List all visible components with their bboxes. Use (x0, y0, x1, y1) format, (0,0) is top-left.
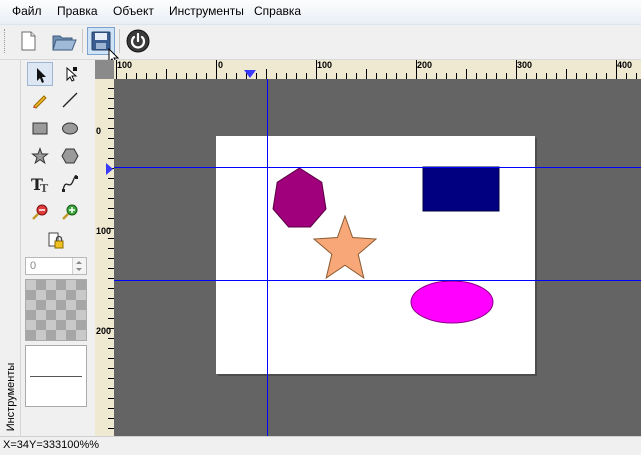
menu-object[interactable]: Объект (113, 4, 154, 19)
rectangle-tool[interactable] (27, 116, 53, 140)
menu-bar: Файл Правка Объект Инструменты Справка (0, 0, 641, 25)
zoom-in-tool[interactable] (57, 200, 83, 224)
stroke-width-spinbox[interactable]: 0 (25, 257, 87, 275)
node-select-tool[interactable] (57, 62, 83, 86)
node-select-icon (66, 66, 78, 82)
rectangle-shape[interactable] (422, 166, 500, 212)
status-coordinates: X=34Y=333100%% (3, 439, 100, 451)
text-tool[interactable]: TT (27, 172, 53, 196)
menu-help[interactable]: Справка (254, 4, 301, 19)
menu-file[interactable]: Файл (12, 4, 42, 19)
ellipse-icon (62, 122, 78, 135)
tools-dock-strip: Инструменты (2, 60, 21, 436)
canvas-layer (114, 79, 641, 436)
vertical-guide-marker-icon[interactable] (105, 162, 114, 176)
fill-color-swatch[interactable] (25, 279, 87, 341)
new-document-icon (21, 31, 36, 51)
menu-tools[interactable]: Инструменты (169, 4, 244, 19)
ruler-corner (95, 60, 114, 79)
h-ruler-label: 100 (117, 60, 133, 70)
h-ruler-label: 0 (218, 60, 224, 70)
h-ruler-label: 200 (417, 60, 433, 70)
line-tool[interactable] (57, 88, 83, 112)
ellipse-shape[interactable] (410, 280, 494, 324)
v-ruler-label: 100 (96, 226, 112, 236)
zoom-out-tool[interactable] (27, 200, 53, 224)
polygon-icon (61, 148, 79, 164)
quit-button[interactable] (124, 27, 152, 55)
v-ruler-label: 200 (96, 326, 112, 336)
tools-panel-title: Инструменты (5, 362, 17, 432)
svg-text:T: T (40, 182, 49, 193)
zoom-out-icon (32, 204, 48, 220)
bezier-icon (62, 175, 78, 192)
zoom-in-icon (62, 204, 78, 220)
tools-panel: Инструменты TT 0 (0, 60, 95, 436)
menu-edit[interactable]: Правка (57, 4, 98, 19)
rectangle-icon (32, 122, 48, 135)
main-toolbar (0, 25, 641, 60)
star-icon (31, 147, 49, 165)
h-ruler-label: 300 (517, 60, 533, 70)
bezier-tool[interactable] (57, 172, 83, 196)
drawing-canvas[interactable] (114, 79, 641, 436)
star-shape[interactable] (312, 214, 378, 280)
star-tool[interactable] (27, 144, 53, 168)
toolbar-grip[interactable] (4, 29, 8, 53)
v-ruler-label: 0 (96, 126, 102, 136)
horizontal-guide-marker-icon[interactable] (243, 69, 257, 79)
select-tool[interactable] (27, 62, 53, 86)
spinbox-arrows[interactable] (72, 258, 86, 274)
stroke-width-value: 0 (30, 260, 37, 272)
power-icon (126, 29, 150, 53)
spin-up-down-icon (76, 261, 82, 271)
line-icon (62, 92, 78, 108)
ellipse-tool[interactable] (57, 116, 83, 140)
h-ruler-label: 400 (617, 60, 633, 70)
status-bar: X=34Y=333100%% (0, 436, 641, 455)
new-document-button[interactable] (14, 27, 42, 55)
text-icon: TT (31, 175, 49, 193)
open-folder-icon (52, 35, 77, 51)
pencil-tool[interactable] (27, 88, 53, 112)
vertical-ruler[interactable]: 0 100 200 (95, 79, 115, 436)
pencil-icon (33, 95, 47, 109)
polygon-tool[interactable] (57, 144, 83, 168)
select-arrow-icon (37, 68, 46, 83)
lock-icon (48, 232, 64, 249)
horizontal-ruler[interactable]: 100 0 100 200 300 400 (114, 60, 641, 80)
h-ruler-label: 100 (317, 60, 333, 70)
heptagon-shape[interactable] (272, 167, 327, 228)
stroke-style-swatch[interactable] (25, 345, 87, 407)
open-button[interactable] (50, 27, 78, 55)
lock-tool[interactable] (43, 228, 69, 252)
